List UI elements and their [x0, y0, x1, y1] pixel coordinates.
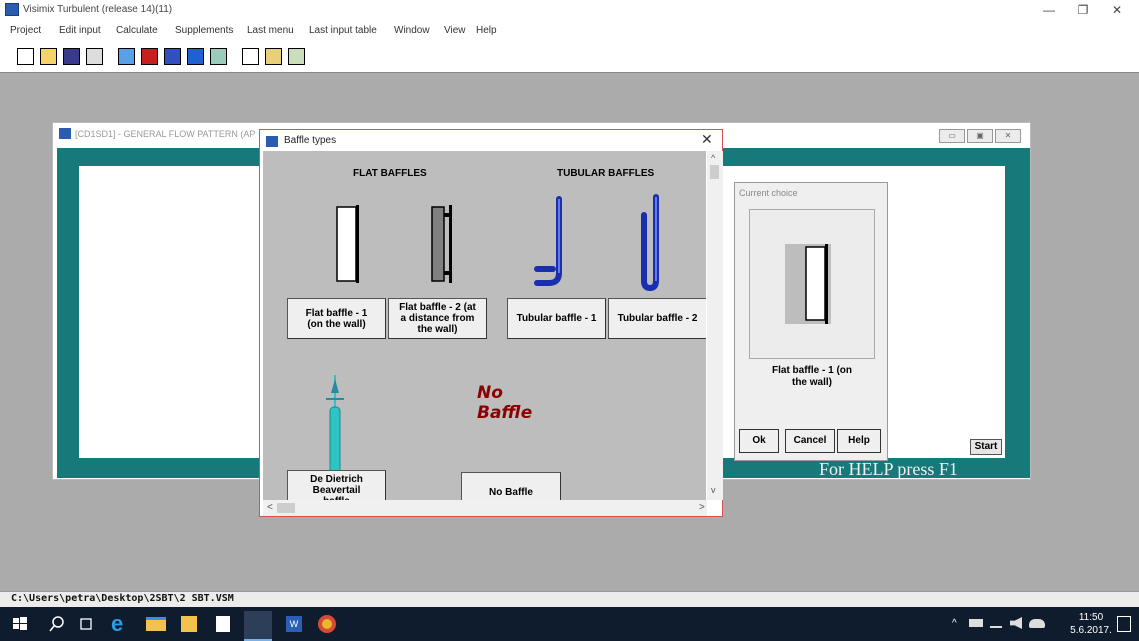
menu-project[interactable]: Project	[10, 25, 41, 36]
no-baffle-button[interactable]: No Baffle	[461, 472, 561, 500]
save-icon[interactable]	[63, 48, 80, 65]
wifi-icon[interactable]	[990, 618, 1002, 628]
cancel-button[interactable]: Cancel	[785, 429, 835, 453]
file-explorer-icon[interactable]	[146, 617, 166, 631]
restore-button[interactable]: ❐	[1066, 2, 1100, 20]
visimix-taskbar-icon[interactable]	[244, 611, 272, 641]
menu-last-menu[interactable]: Last menu	[247, 25, 294, 36]
print-icon[interactable]	[86, 48, 103, 65]
start-button[interactable]: Start	[970, 439, 1002, 455]
edge-icon[interactable]: e	[111, 613, 131, 635]
current-choice-label: Flat baffle - 1 (on the wall)	[772, 365, 852, 388]
dialog-content: FLAT BAFFLES TUBULAR BAFFLES Flat baffle…	[263, 151, 706, 500]
horizontal-scrollbar[interactable]: < >	[263, 500, 707, 516]
clock[interactable]: 11:50 5.6.2017.	[1064, 611, 1118, 637]
baffle-icon[interactable]	[141, 48, 158, 65]
ok-button[interactable]: Ok	[739, 429, 779, 453]
scroll-left-icon[interactable]: <	[267, 502, 273, 513]
status-bar: C:\Users\petra\Desktop\2SBT\2 SBT.VSM	[0, 591, 1139, 607]
current-choice-title: Current choice	[739, 188, 798, 198]
dialog-close-icon[interactable]: ✕	[701, 131, 713, 148]
probe-icon[interactable]	[187, 48, 204, 65]
report-icon[interactable]	[288, 48, 305, 65]
flat-baffles-header: FLAT BAFFLES	[353, 168, 427, 179]
baffle-types-dialog: Baffle types ✕ FLAT BAFFLES TUBULAR BAFF…	[259, 129, 723, 517]
toolbar	[0, 40, 1139, 73]
store-icon[interactable]	[216, 616, 230, 632]
tubular-baffle-1-icon	[534, 196, 562, 286]
chrome-icon[interactable]	[318, 615, 336, 633]
taskbar: e W ^ 11:50 5.6.2017.	[0, 607, 1139, 641]
scroll-right-icon[interactable]: >	[699, 502, 705, 513]
tubular-baffles-header: TUBULAR BAFFLES	[557, 168, 655, 179]
mdi-window-title: [CD1SD1] - GENERAL FLOW PATTERN (AP	[75, 129, 256, 139]
flat-baffle-preview-icon	[785, 244, 831, 324]
flat-baffle-1-icon	[336, 205, 359, 283]
mdi-maximize-button[interactable]: ▣	[967, 129, 993, 143]
help-hint: For HELP press F1	[819, 459, 958, 479]
minimize-button[interactable]: —	[1032, 2, 1066, 20]
dialog-title: Baffle types	[284, 135, 337, 146]
network-icon[interactable]	[969, 619, 983, 627]
flat-baffle-2-icon	[431, 205, 452, 283]
menu-last-input-table[interactable]: Last input table	[309, 25, 377, 36]
mdi-minimize-button[interactable]: ▭	[939, 129, 965, 143]
no-baffle-art: No Baffle	[477, 383, 533, 423]
scroll-up-icon[interactable]: ^	[711, 153, 715, 163]
de-dietrich-button[interactable]: De Dietrich Beavertail baffle	[287, 470, 386, 500]
menu-window[interactable]: Window	[394, 25, 430, 36]
word-icon[interactable]: W	[286, 616, 302, 632]
tray-chevron-icon[interactable]: ^	[952, 618, 957, 629]
app-title: Visimix Turbulent (release 14)(11)	[23, 4, 173, 15]
dialog-icon	[266, 136, 278, 147]
app-icon	[5, 3, 19, 16]
flat-baffle-2-button[interactable]: Flat baffle - 2 (at a distance from the …	[388, 298, 487, 339]
menu-help[interactable]: Help	[476, 25, 497, 36]
current-choice-window: Current choice Flat baffle - 1 (on the w…	[734, 182, 888, 461]
next-icon[interactable]	[265, 48, 282, 65]
notifications-icon[interactable]	[1117, 616, 1131, 632]
menu-edit-input[interactable]: Edit input	[59, 25, 101, 36]
app-titlebar: Visimix Turbulent (release 14)(11) — ❐ ✕	[0, 0, 1139, 22]
de-dietrich-baffle-icon	[326, 375, 344, 477]
new-file-icon[interactable]	[17, 48, 34, 65]
mdi-window-icon	[59, 128, 71, 139]
menu-bar: Project Edit input Calculate Supplements…	[0, 22, 1139, 40]
menu-supplements[interactable]: Supplements	[175, 25, 233, 36]
window-icon[interactable]	[242, 48, 259, 65]
onedrive-icon[interactable]	[1029, 619, 1045, 628]
mdi-close-button[interactable]: ✕	[995, 129, 1021, 143]
file-path: C:\Users\petra\Desktop\2SBT\2 SBT.VSM	[11, 593, 234, 604]
horizontal-scroll-thumb[interactable]	[277, 503, 295, 513]
tubular-baffle-2-icon	[641, 194, 659, 292]
current-choice-preview	[749, 209, 875, 359]
scroll-down-icon[interactable]: v	[711, 485, 716, 495]
windows-start-icon[interactable]	[10, 614, 30, 634]
impeller-icon[interactable]	[164, 48, 181, 65]
menu-calculate[interactable]: Calculate	[116, 25, 158, 36]
tubular-baffle-2-button[interactable]: Tubular baffle - 2	[608, 298, 706, 339]
menu-view[interactable]: View	[444, 25, 466, 36]
sticky-notes-icon[interactable]	[181, 616, 197, 632]
vertical-scroll-thumb[interactable]	[710, 165, 719, 179]
vertical-scrollbar[interactable]: ^ v	[707, 151, 723, 500]
table-icon[interactable]	[210, 48, 227, 65]
flat-baffle-1-button[interactable]: Flat baffle - 1 (on the wall)	[287, 298, 386, 339]
volume-icon[interactable]	[1010, 617, 1022, 629]
tubular-baffle-1-button[interactable]: Tubular baffle - 1	[507, 298, 606, 339]
help-button[interactable]: Help	[837, 429, 881, 453]
task-view-icon[interactable]	[76, 614, 96, 634]
search-icon[interactable]	[47, 614, 67, 634]
open-folder-icon[interactable]	[40, 48, 57, 65]
tank-icon[interactable]	[118, 48, 135, 65]
close-button[interactable]: ✕	[1100, 2, 1134, 20]
